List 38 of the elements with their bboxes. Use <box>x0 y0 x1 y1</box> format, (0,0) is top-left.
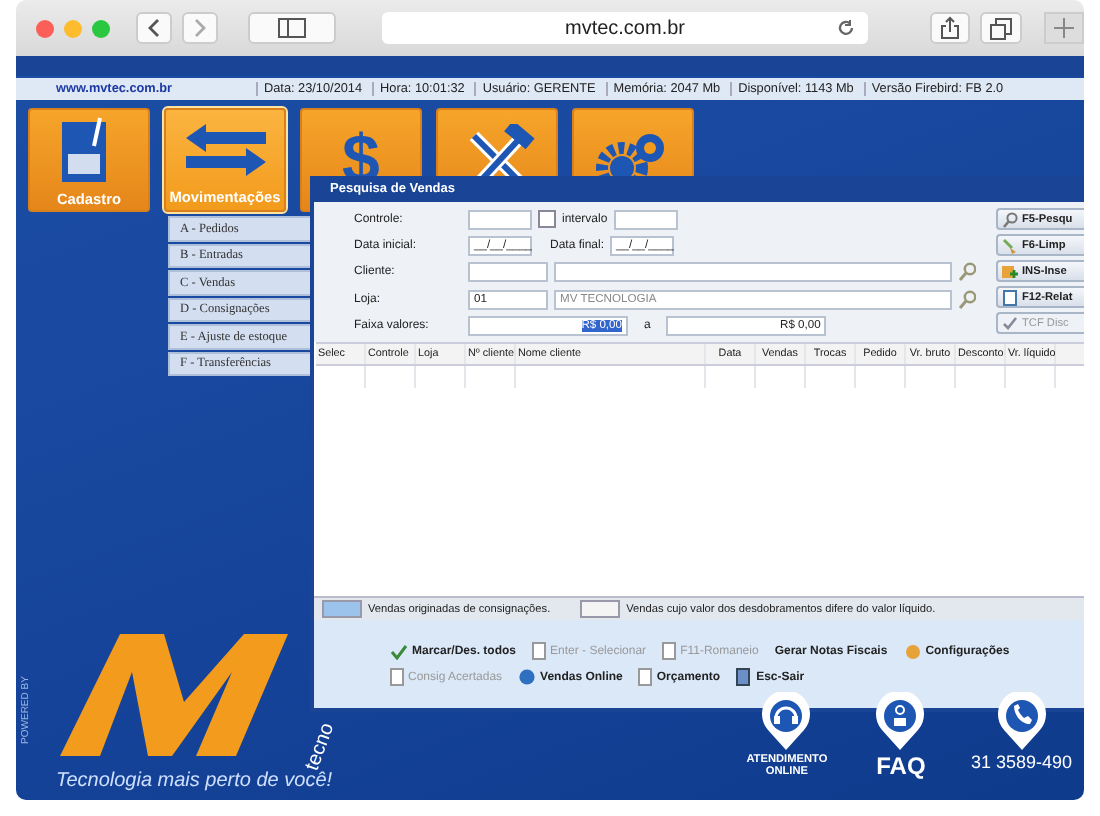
contact-label[interactable]: FAQ <box>876 754 926 781</box>
sidebar-button[interactable] <box>248 12 336 44</box>
zoom-window-button[interactable] <box>92 19 110 37</box>
tabs-button[interactable] <box>980 12 1023 44</box>
phone-pin-icon[interactable] <box>995 692 1048 752</box>
document-icon <box>390 668 404 686</box>
brand-text: tecno <box>301 720 340 774</box>
share-icon <box>940 16 961 40</box>
new-tab-button[interactable] <box>1044 12 1084 44</box>
search-icon[interactable] <box>958 289 976 310</box>
plus-icon <box>1054 18 1074 38</box>
input-field[interactable] <box>468 209 532 229</box>
back-button[interactable] <box>136 12 172 44</box>
slogan-text: Tecnologia mais perto de você! <box>56 770 333 792</box>
checkbox[interactable] <box>538 210 556 228</box>
tabs-icon <box>990 17 1013 39</box>
sidebar-icon <box>277 18 306 38</box>
input-field[interactable] <box>613 209 678 229</box>
search-icon[interactable] <box>958 262 976 283</box>
reload-icon[interactable] <box>836 18 857 38</box>
checkmark-icon <box>1002 315 1018 331</box>
address-bar[interactable]: mvtec.com.br <box>381 12 869 44</box>
back-icon <box>146 18 162 38</box>
document-icon <box>532 642 547 660</box>
minimize-window-button[interactable] <box>64 19 82 37</box>
close-window-button[interactable] <box>36 19 54 37</box>
search-icon <box>1002 211 1018 227</box>
input-field[interactable] <box>554 262 952 283</box>
forward-icon <box>192 18 208 38</box>
share-button[interactable] <box>930 12 971 44</box>
contact-label[interactable]: 31 3589-490 <box>970 754 1072 774</box>
document-icon <box>1002 289 1018 305</box>
insert-icon <box>1002 263 1018 279</box>
forward-button[interactable] <box>182 12 218 44</box>
broom-icon <box>1002 237 1018 253</box>
headset-pin-icon[interactable] <box>760 692 813 752</box>
input-field[interactable] <box>468 262 548 283</box>
checkmark-icon <box>390 643 408 659</box>
